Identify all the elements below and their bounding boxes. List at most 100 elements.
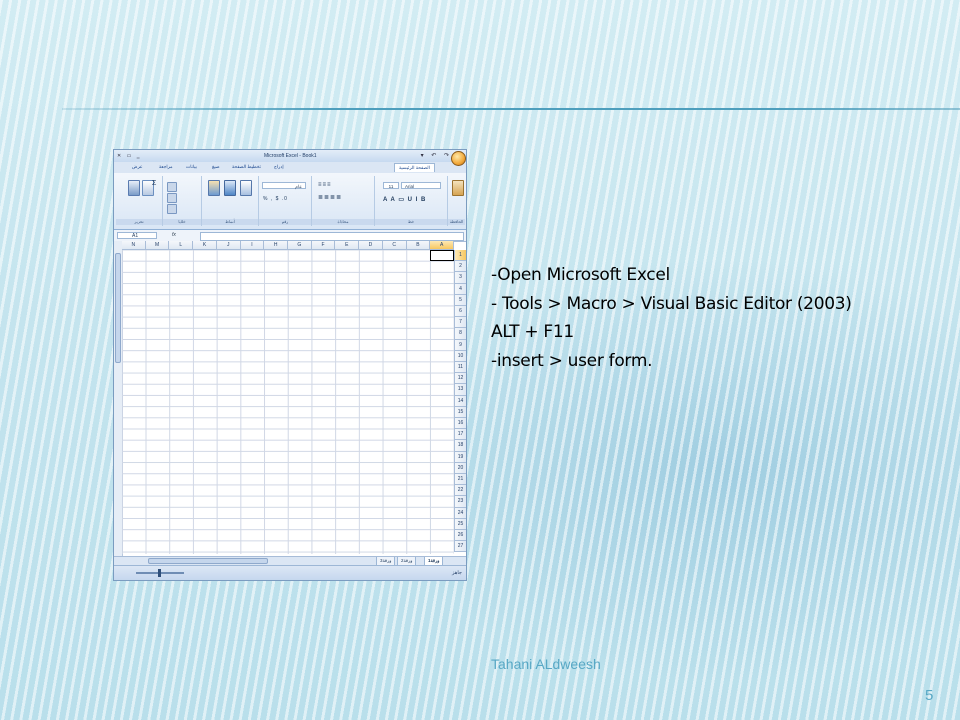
horizontal-scroll-thumb[interactable] [148, 558, 268, 564]
row-header-3[interactable]: 3 [454, 272, 466, 284]
row-header-4[interactable]: 4 [454, 283, 466, 295]
column-header-f[interactable]: F [311, 241, 336, 250]
conditional-format-icon[interactable] [208, 180, 220, 196]
row-header-27[interactable]: 27 [454, 541, 466, 553]
tab-formulas[interactable]: صيغ [212, 164, 220, 170]
row-header-10[interactable]: 10 [454, 350, 466, 362]
insert-cells-icon[interactable] [167, 182, 177, 192]
row-header-19[interactable]: 19 [454, 451, 466, 463]
cell-area[interactable] [122, 250, 454, 554]
group-label-alignment: محاذاة [312, 219, 374, 225]
row-header-13[interactable]: 13 [454, 384, 466, 396]
ribbon-tabs: عرض مراجعة بيانات صيغ تخطيط الصفحة إدراج… [114, 162, 466, 173]
window-controls-icon[interactable]: ✕ ▭ ‗ [117, 153, 141, 159]
font-style-buttons-icon[interactable]: A A ▭ U I B [383, 196, 426, 203]
tab-page-layout[interactable]: تخطيط الصفحة [232, 164, 261, 170]
paste-icon[interactable] [452, 180, 464, 196]
font-size-select[interactable]: 11 [383, 182, 399, 189]
column-header-e[interactable]: E [335, 241, 360, 250]
row-header-1[interactable]: 1 [454, 250, 466, 262]
instructions: -Open Microsoft Excel - Tools > Macro > … [491, 261, 931, 375]
row-header-18[interactable]: 18 [454, 440, 466, 452]
column-header-a[interactable]: A [430, 241, 454, 250]
row-header-20[interactable]: 20 [454, 462, 466, 474]
ribbon: Σ تحرير خلايا أنماط عام % , $ .0 رقم ≡≡≡… [114, 173, 466, 230]
group-label-cells: خلايا [163, 219, 201, 225]
row-header-12[interactable]: 12 [454, 373, 466, 385]
group-label-number: رقم [259, 219, 311, 225]
row-header-26[interactable]: 26 [454, 530, 466, 542]
group-label-font: خط [375, 219, 447, 225]
number-buttons-icon[interactable]: % , $ .0 [263, 196, 288, 202]
office-button-icon[interactable] [451, 151, 466, 166]
group-cells: خلايا [163, 176, 202, 226]
align-horizontal-icon[interactable]: ≣≣≣≣ [318, 194, 342, 201]
column-header-b[interactable]: B [406, 241, 431, 250]
row-header-24[interactable]: 24 [454, 507, 466, 519]
column-header-d[interactable]: D [359, 241, 383, 250]
instruction-line-3: ALT + F11 [491, 322, 574, 342]
zoom-slider-knob[interactable] [158, 569, 161, 577]
column-header-g[interactable]: G [288, 241, 312, 250]
group-alignment: ≡≡≡ ≣≣≣≣ محاذاة [312, 176, 375, 226]
group-label-clipboard: الحافظة [448, 219, 465, 225]
quick-access-icon[interactable]: ▾ ↶ ↷ [421, 152, 452, 159]
group-label-styles: أنماط [202, 219, 258, 225]
group-editing: Σ تحرير [116, 176, 163, 226]
align-top-icon[interactable]: ≡≡≡ [318, 182, 332, 188]
row-header-11[interactable]: 11 [454, 362, 466, 374]
column-header-j[interactable]: J [216, 241, 241, 250]
row-header-7[interactable]: 7 [454, 317, 466, 329]
autosum-icon[interactable]: Σ [152, 180, 160, 188]
column-header-n[interactable]: N [122, 241, 146, 250]
column-header-k[interactable]: K [193, 241, 217, 250]
font-name-select[interactable]: Arial [401, 182, 441, 189]
group-label-editing: تحرير [116, 219, 162, 225]
header-rule [62, 108, 960, 110]
cell-styles-icon[interactable] [240, 180, 252, 196]
group-clipboard: الحافظة [448, 176, 465, 226]
excel-window-title: Microsoft Excel - Book1 [264, 153, 317, 159]
number-format-select[interactable]: عام [262, 182, 306, 189]
row-header-2[interactable]: 2 [454, 261, 466, 273]
format-table-icon[interactable] [224, 180, 236, 196]
status-ready: جاهز [451, 570, 462, 576]
group-number: عام % , $ .0 رقم [259, 176, 312, 226]
row-header-17[interactable]: 17 [454, 429, 466, 441]
name-box[interactable]: A1 [117, 232, 157, 239]
page-number: 5 [925, 687, 934, 704]
active-cell-a1[interactable] [430, 250, 454, 262]
tab-review[interactable]: مراجعة [159, 164, 173, 170]
row-header-5[interactable]: 5 [454, 294, 466, 306]
delete-cells-icon[interactable] [167, 193, 177, 203]
row-header-9[interactable]: 9 [454, 339, 466, 351]
row-header-6[interactable]: 6 [454, 306, 466, 318]
tab-data[interactable]: بيانات [186, 164, 197, 170]
row-header-8[interactable]: 8 [454, 328, 466, 340]
column-header-c[interactable]: C [382, 241, 407, 250]
row-header-25[interactable]: 25 [454, 518, 466, 530]
row-header-23[interactable]: 23 [454, 496, 466, 508]
tab-insert[interactable]: إدراج [274, 164, 284, 170]
row-header-16[interactable]: 16 [454, 418, 466, 430]
row-header-21[interactable]: 21 [454, 474, 466, 486]
fx-label[interactable]: fx [172, 232, 176, 238]
worksheet-grid: NMLKJIHGFEDCBA 1 2 3 4 5 6 7 8 9 10 11 12 13 14 15 16 17… [114, 241, 466, 556]
column-header-h[interactable]: H [264, 241, 288, 250]
format-cells-icon[interactable] [167, 204, 177, 214]
slide: ✕ ▭ ‗ Microsoft Excel - Book1 ▾ ↶ ↷ عرض … [0, 0, 960, 720]
row-header-14[interactable]: 14 [454, 395, 466, 407]
column-header-i[interactable]: I [240, 241, 265, 250]
excel-screenshot: ✕ ▭ ‗ Microsoft Excel - Book1 ▾ ↶ ↷ عرض … [113, 149, 467, 581]
tab-view[interactable]: عرض [132, 164, 143, 170]
column-header-l[interactable]: L [169, 241, 194, 250]
column-header-m[interactable]: M [145, 241, 170, 250]
sort-filter-icon[interactable] [128, 180, 140, 196]
formula-input[interactable] [200, 232, 464, 241]
row-header-15[interactable]: 15 [454, 406, 466, 418]
instruction-line-2: - Tools > Macro > Visual Basic Editor (2… [491, 293, 852, 314]
vertical-scroll-thumb[interactable] [115, 253, 121, 363]
group-styles: أنماط [202, 176, 259, 226]
tab-home[interactable]: الصفحة الرئيسية [394, 163, 435, 172]
row-header-22[interactable]: 22 [454, 485, 466, 497]
